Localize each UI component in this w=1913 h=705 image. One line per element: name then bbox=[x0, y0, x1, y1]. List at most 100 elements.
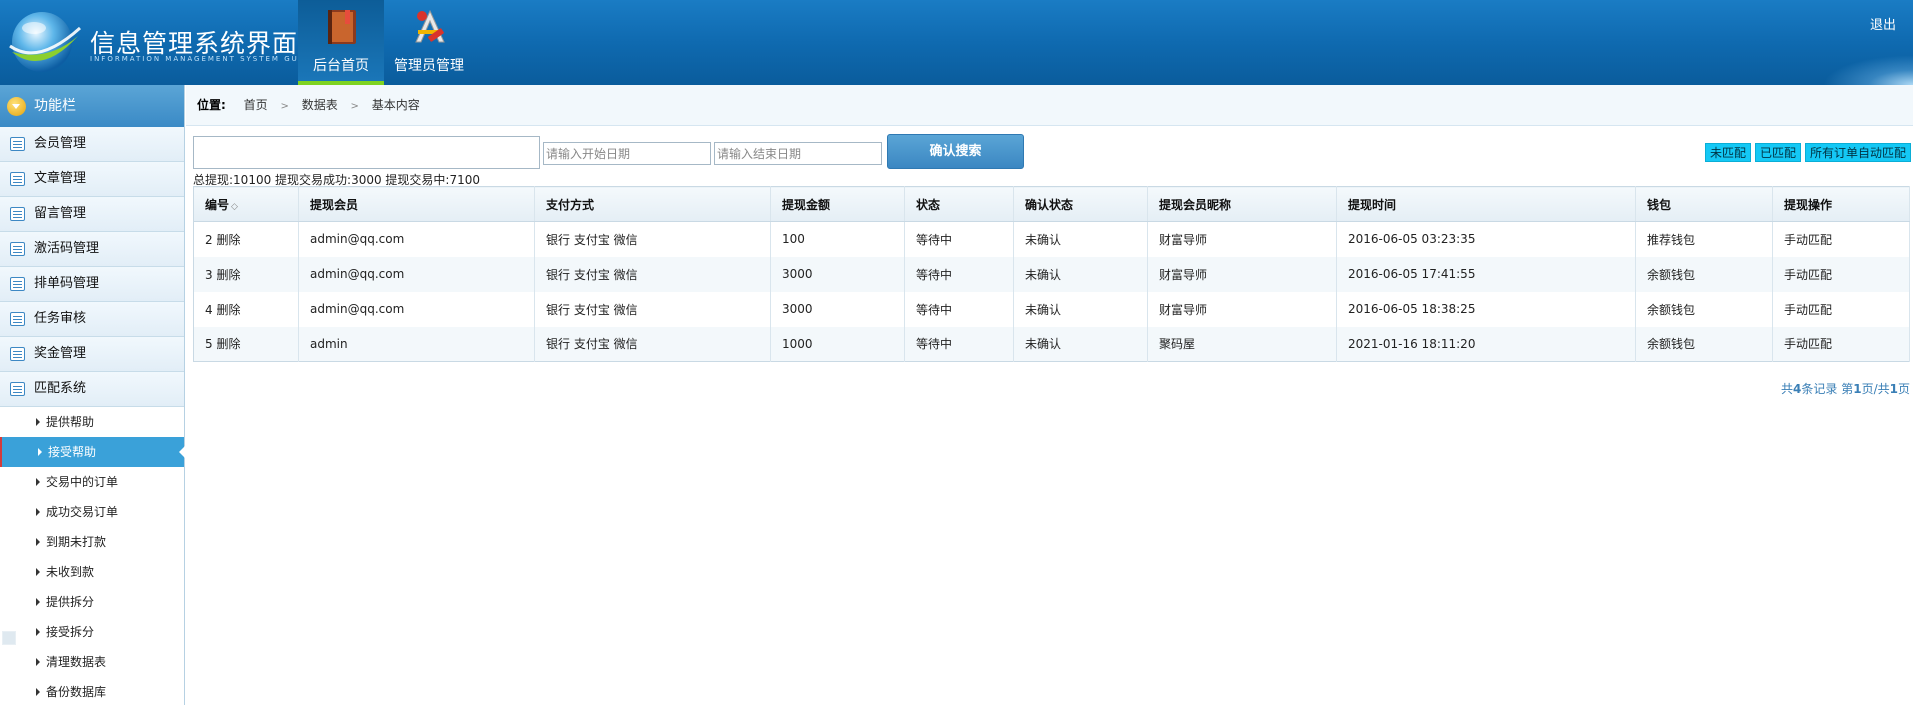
column-header-id[interactable]: 编号 ◇ bbox=[193, 186, 299, 222]
sidebar-title: 功能栏 bbox=[34, 98, 76, 114]
sidebar: 功能栏 会员管理 文章管理 留言管理 激活码管理 排单码管理 任务审核 奖金管理… bbox=[0, 85, 185, 705]
cell-manual-match[interactable]: 手动匹配 bbox=[1772, 291, 1910, 327]
table-row: 3 删除 admin@qq.com 银行 支付宝 微信 3000 等待中 未确认… bbox=[193, 256, 1910, 292]
cell-amount: 1000 bbox=[770, 326, 905, 362]
table-row: 2 删除 admin@qq.com 银行 支付宝 微信 100 等待中 未确认 … bbox=[193, 221, 1910, 257]
auto-match-all-button[interactable]: 所有订单自动匹配 bbox=[1805, 143, 1912, 162]
cell-id[interactable]: 4 删除 bbox=[193, 291, 299, 327]
pager-mid1: 条记录 第 bbox=[1801, 382, 1854, 396]
submenu-item-clean-tables[interactable]: 清理数据表 bbox=[0, 647, 184, 677]
column-header-nickname: 提现会员昵称 bbox=[1147, 186, 1337, 222]
breadcrumb-separator-icon: > bbox=[350, 101, 359, 112]
nav-home-label: 后台首页 bbox=[313, 58, 369, 74]
cell-amount: 100 bbox=[770, 221, 905, 257]
logout-link[interactable]: 退出 bbox=[1870, 14, 1896, 33]
cell-manual-match[interactable]: 手动匹配 bbox=[1772, 256, 1910, 292]
cell-id[interactable]: 3 删除 bbox=[193, 256, 299, 292]
sidebar-item-label: 排单码管理 bbox=[34, 276, 100, 291]
submenu-item-accept-split[interactable]: 接受拆分 bbox=[0, 617, 184, 647]
submenu-item-not-received[interactable]: 未收到款 bbox=[0, 557, 184, 587]
column-header-member: 提现会员 bbox=[298, 186, 535, 222]
sidebar-header[interactable]: 功能栏 bbox=[0, 85, 184, 127]
sidebar-item-message[interactable]: 留言管理 bbox=[0, 197, 184, 232]
cell-status: 等待中 bbox=[904, 326, 1014, 362]
app-subtitle: INFORMATION MANAGEMENT SYSTEM GUI bbox=[90, 55, 303, 63]
end-date-input[interactable] bbox=[714, 142, 882, 165]
breadcrumb-item-home[interactable]: 首页 bbox=[244, 98, 268, 112]
keyword-search-input[interactable] bbox=[193, 136, 540, 169]
submenu-item-overdue-unpaid[interactable]: 到期未打款 bbox=[0, 527, 184, 557]
cell-confirm-status: 未确认 bbox=[1013, 256, 1148, 292]
submenu-item-provide-split[interactable]: 提供拆分 bbox=[0, 587, 184, 617]
cell-wallet: 推荐钱包 bbox=[1635, 221, 1773, 257]
cell-member: admin bbox=[298, 326, 535, 362]
confirm-search-button[interactable]: 确认搜索 bbox=[887, 134, 1024, 169]
submenu-item-success-orders[interactable]: 成功交易订单 bbox=[0, 497, 184, 527]
cell-id[interactable]: 2 删除 bbox=[193, 221, 299, 257]
cell-nickname: 财富导师 bbox=[1147, 291, 1337, 327]
cell-wallet: 余额钱包 bbox=[1635, 256, 1773, 292]
sidebar-item-matching[interactable]: 匹配系统 bbox=[0, 372, 184, 407]
sidebar-item-task-review[interactable]: 任务审核 bbox=[0, 302, 184, 337]
cell-manual-match[interactable]: 手动匹配 bbox=[1772, 326, 1910, 362]
cell-manual-match[interactable]: 手动匹配 bbox=[1772, 221, 1910, 257]
cell-confirm-status: 未确认 bbox=[1013, 291, 1148, 327]
submenu-item-backup-db[interactable]: 备份数据库 bbox=[0, 677, 184, 705]
submenu-item-trading-orders[interactable]: 交易中的订单 bbox=[0, 467, 184, 497]
pager-mid2: 页/共 bbox=[1861, 382, 1890, 396]
cell-member: admin@qq.com bbox=[298, 291, 535, 327]
sidebar-item-label: 激活码管理 bbox=[34, 241, 100, 256]
list-icon bbox=[10, 137, 25, 151]
cell-id[interactable]: 5 删除 bbox=[193, 326, 299, 362]
sidebar-item-label: 奖金管理 bbox=[34, 346, 87, 361]
breadcrumb: 位置: 首页 > 数据表 > 基本内容 bbox=[186, 85, 1913, 126]
cell-amount: 3000 bbox=[770, 256, 905, 292]
unmatched-button[interactable]: 未匹配 bbox=[1705, 143, 1752, 162]
sidebar-item-activation-code[interactable]: 激活码管理 bbox=[0, 232, 184, 267]
cell-status: 等待中 bbox=[904, 256, 1014, 292]
cell-time: 2016-06-05 18:38:25 bbox=[1336, 291, 1636, 327]
breadcrumb-item-basic[interactable]: 基本内容 bbox=[372, 98, 420, 112]
cell-amount: 3000 bbox=[770, 291, 905, 327]
breadcrumb-separator-icon: > bbox=[280, 101, 289, 112]
cell-nickname: 财富导师 bbox=[1147, 221, 1337, 257]
column-header-amount: 提现金额 bbox=[770, 186, 905, 222]
calendar-icon bbox=[10, 277, 25, 291]
column-header-status: 状态 bbox=[904, 186, 1014, 222]
globe-logo-icon bbox=[9, 12, 82, 72]
column-header-payment: 支付方式 bbox=[534, 186, 771, 222]
matching-submenu: 提供帮助 接受帮助 交易中的订单 成功交易订单 到期未打款 未收到款 提供拆分 … bbox=[0, 407, 185, 705]
sidebar-item-label: 任务审核 bbox=[34, 311, 87, 326]
sidebar-item-bonus[interactable]: 奖金管理 bbox=[0, 337, 184, 372]
calendar-icon bbox=[10, 347, 25, 361]
cell-payment: 银行 支付宝 微信 bbox=[534, 256, 771, 292]
nav-admin-manage[interactable]: 管理员管理 bbox=[386, 0, 472, 85]
sidebar-item-member[interactable]: 会员管理 bbox=[0, 127, 184, 162]
sidebar-item-article[interactable]: 文章管理 bbox=[0, 162, 184, 197]
column-header-time: 提现时间 bbox=[1336, 186, 1636, 222]
cell-time: 2021-01-16 18:11:20 bbox=[1336, 326, 1636, 362]
withdraw-table: 编号 ◇ 提现会员 支付方式 提现金额 状态 确认状态 提现会员昵称 提现时间 钱… bbox=[193, 186, 1910, 362]
submenu-item-provide-help[interactable]: 提供帮助 bbox=[0, 407, 184, 437]
start-date-input[interactable] bbox=[543, 142, 711, 165]
sidebar-item-label: 文章管理 bbox=[34, 171, 87, 186]
sidebar-item-label: 会员管理 bbox=[34, 136, 87, 151]
sidebar-scroll-handle[interactable] bbox=[2, 631, 16, 645]
submenu-item-accept-help[interactable]: 接受帮助 bbox=[0, 437, 185, 467]
column-header-label: 编号 bbox=[205, 197, 230, 212]
sort-icon[interactable]: ◇ bbox=[231, 202, 238, 212]
pager-page[interactable]: 1 bbox=[1853, 382, 1861, 396]
book-icon bbox=[328, 10, 356, 44]
cell-time: 2016-06-05 17:41:55 bbox=[1336, 256, 1636, 292]
cell-nickname: 财富导师 bbox=[1147, 256, 1337, 292]
sidebar-item-queue-code[interactable]: 排单码管理 bbox=[0, 267, 184, 302]
breadcrumb-item-datatable[interactable]: 数据表 bbox=[302, 98, 338, 112]
matched-button[interactable]: 已匹配 bbox=[1755, 143, 1802, 162]
tools-icon bbox=[415, 9, 445, 43]
cell-member: admin@qq.com bbox=[298, 256, 535, 292]
sidebar-item-label: 留言管理 bbox=[34, 206, 87, 221]
cell-member: admin@qq.com bbox=[298, 221, 535, 257]
edit-icon bbox=[10, 172, 25, 186]
cell-confirm-status: 未确认 bbox=[1013, 326, 1148, 362]
nav-home[interactable]: 后台首页 bbox=[298, 0, 384, 85]
